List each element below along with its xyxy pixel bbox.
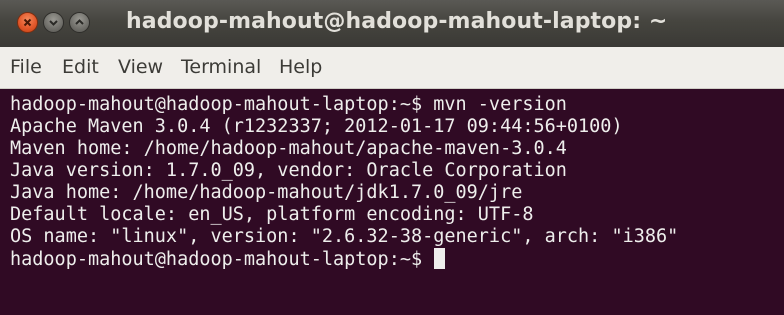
menu-bar: File Edit View Terminal Help (0, 47, 784, 89)
terminal-output[interactable]: hadoop-mahout@hadoop-mahout-laptop:~$ mv… (0, 89, 784, 315)
menu-file[interactable]: File (10, 56, 42, 78)
title-bar[interactable]: hadoop-mahout@hadoop-mahout-laptop: ~ (0, 0, 784, 47)
terminal-window: hadoop-mahout@hadoop-mahout-laptop: ~ Fi… (0, 0, 784, 315)
minimize-icon (49, 20, 58, 26)
menu-view[interactable]: View (118, 56, 163, 78)
terminal-prompt: hadoop-mahout@hadoop-mahout-laptop:~$ (10, 249, 434, 270)
close-button[interactable] (17, 12, 38, 33)
terminal-cursor (434, 248, 446, 269)
menu-help[interactable]: Help (279, 56, 322, 78)
window-title: hadoop-mahout@hadoop-mahout-laptop: ~ (126, 9, 668, 34)
terminal-line: Default locale: en_US, platform encoding… (10, 204, 534, 225)
close-icon (23, 18, 32, 27)
terminal-line: Java version: 1.7.0_09, vendor: Oracle C… (10, 160, 567, 181)
menu-terminal[interactable]: Terminal (181, 56, 261, 78)
menu-edit[interactable]: Edit (62, 56, 99, 78)
terminal-line: Maven home: /home/hadoop-mahout/apache-m… (10, 138, 567, 159)
terminal-prompt-line: hadoop-mahout@hadoop-mahout-laptop:~$ (10, 248, 446, 271)
terminal-line: Apache Maven 3.0.4 (r1232337; 2012-01-17… (10, 116, 623, 137)
maximize-button[interactable] (69, 12, 90, 33)
terminal-line: OS name: "linux", version: "2.6.32-38-ge… (10, 226, 679, 247)
minimize-button[interactable] (43, 12, 64, 33)
terminal-line: hadoop-mahout@hadoop-mahout-laptop:~$ mv… (10, 94, 567, 115)
terminal-line: Java home: /home/hadoop-mahout/jdk1.7.0_… (10, 182, 523, 203)
maximize-icon (75, 19, 84, 25)
